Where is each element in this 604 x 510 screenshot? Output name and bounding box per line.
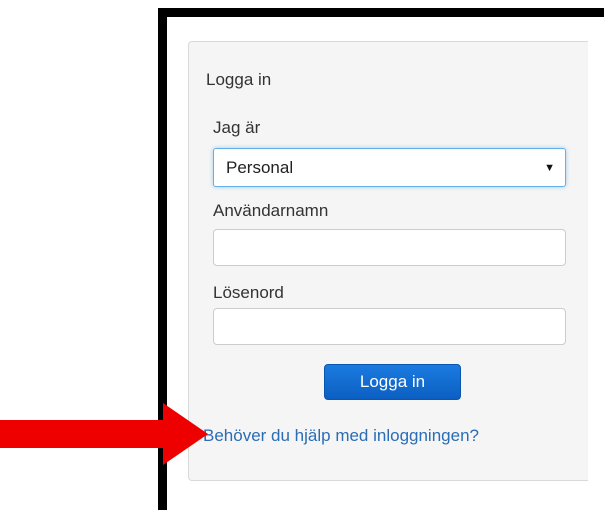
username-label: Användarnamn xyxy=(213,201,329,220)
role-select[interactable]: Personal ▼ xyxy=(213,148,566,187)
password-label: Lösenord xyxy=(213,283,284,302)
username-input[interactable] xyxy=(213,229,566,266)
dropdown-arrow-icon: ▼ xyxy=(544,161,555,174)
role-select-value: Personal xyxy=(226,157,294,177)
login-title: Logga in xyxy=(206,70,272,89)
role-label: Jag är xyxy=(213,118,261,137)
arrow-right-icon xyxy=(0,403,208,465)
login-help-link[interactable]: Behöver du hjälp med inloggningen? xyxy=(203,426,479,446)
login-panel: Logga in Jag är Personal ▼ Användarnamn … xyxy=(188,41,588,481)
password-input[interactable] xyxy=(213,308,566,345)
login-button[interactable]: Logga in xyxy=(324,364,461,400)
